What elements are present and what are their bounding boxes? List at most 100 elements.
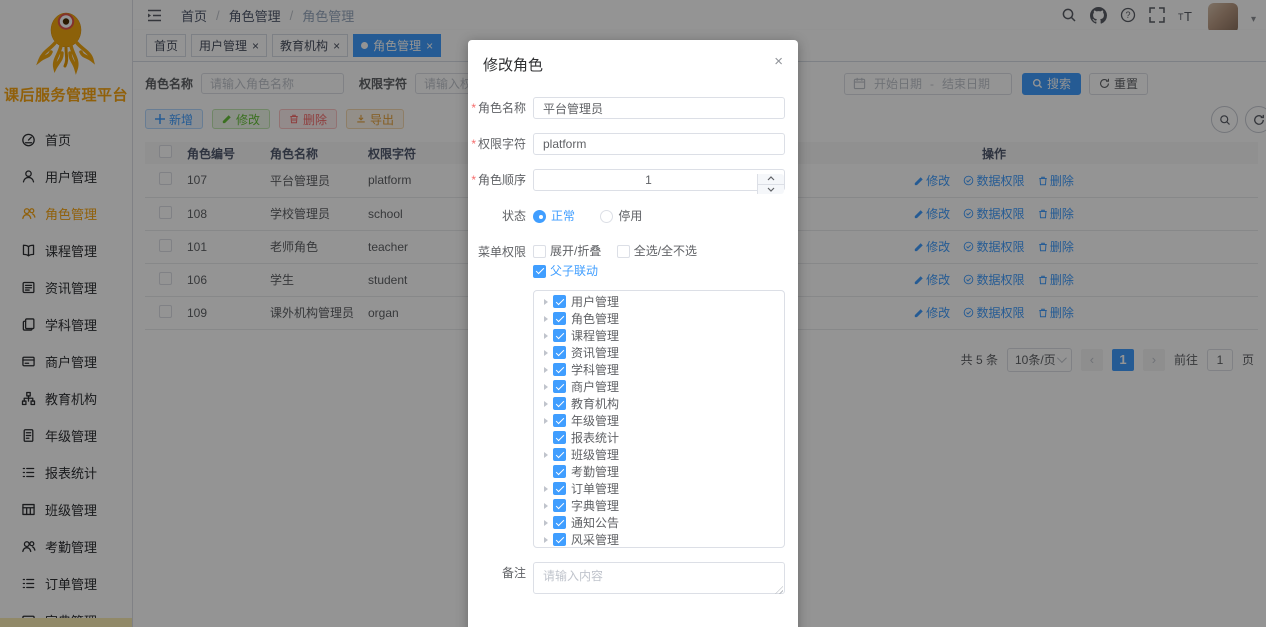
stepper-up-icon[interactable] bbox=[758, 174, 784, 185]
menu-perms-toggle[interactable]: 父子联动 bbox=[533, 261, 598, 281]
tree-node-checkbox[interactable] bbox=[553, 448, 566, 461]
expand-caret-icon[interactable] bbox=[544, 503, 548, 509]
required-asterisk: * bbox=[471, 101, 476, 115]
tree-node-label: 字典管理 bbox=[571, 497, 619, 514]
tree-node-label: 通知公告 bbox=[571, 514, 619, 531]
expand-caret-icon[interactable] bbox=[544, 384, 548, 390]
role-name-field-row: *角色名称 bbox=[468, 97, 785, 119]
dialog-close-icon[interactable]: × bbox=[774, 54, 783, 69]
expand-caret-icon[interactable] bbox=[544, 418, 548, 424]
tree-node[interactable]: 报表统计 bbox=[534, 429, 784, 446]
stepper-down-icon[interactable] bbox=[758, 185, 784, 195]
expand-caret-icon[interactable] bbox=[544, 333, 548, 339]
tree-node[interactable]: 角色管理 bbox=[534, 310, 784, 327]
number-stepper bbox=[757, 174, 784, 194]
tree-node-label: 班级管理 bbox=[571, 446, 619, 463]
tree-node-checkbox[interactable] bbox=[553, 516, 566, 529]
role-order-field-row: *角色顺序 bbox=[468, 169, 785, 191]
checkbox-icon bbox=[617, 245, 630, 258]
menu-perms-toggle-label: 父子联动 bbox=[550, 261, 598, 281]
menu-perms-toggle-label: 全选/全不选 bbox=[634, 241, 697, 261]
status-radio-label: 正常 bbox=[551, 205, 575, 227]
tree-node-checkbox[interactable] bbox=[553, 346, 566, 359]
tree-node-checkbox[interactable] bbox=[553, 380, 566, 393]
expand-caret-icon[interactable] bbox=[544, 350, 548, 356]
status-radio[interactable]: 停用 bbox=[600, 205, 642, 227]
tree-node-checkbox[interactable] bbox=[553, 499, 566, 512]
expand-caret-icon[interactable] bbox=[544, 401, 548, 407]
tree-node-checkbox[interactable] bbox=[553, 312, 566, 325]
tree-node-label: 角色管理 bbox=[571, 310, 619, 327]
tree-node-checkbox[interactable] bbox=[553, 414, 566, 427]
checkbox-icon bbox=[533, 245, 546, 258]
status-field-row: 状态 正常 停用 bbox=[468, 205, 785, 227]
tree-node-checkbox[interactable] bbox=[553, 482, 566, 495]
menu-perms-toggle[interactable]: 全选/全不选 bbox=[617, 241, 697, 261]
tree-node[interactable]: 订单管理 bbox=[534, 480, 784, 497]
tree-node[interactable]: 班级管理 bbox=[534, 446, 784, 463]
expand-caret-icon[interactable] bbox=[544, 299, 548, 305]
tree-node-label: 教育机构 bbox=[571, 395, 619, 412]
role-name-field-label: 角色名称 bbox=[478, 101, 526, 115]
tree-node-checkbox[interactable] bbox=[553, 295, 566, 308]
tree-node-label: 订单管理 bbox=[571, 480, 619, 497]
status-field-label: 状态 bbox=[468, 205, 533, 227]
checkbox-icon bbox=[533, 265, 546, 278]
menu-perms-toggle[interactable]: 展开/折叠 bbox=[533, 241, 601, 261]
tree-node[interactable]: 用户管理 bbox=[534, 293, 784, 310]
tree-node-checkbox[interactable] bbox=[553, 533, 566, 546]
role-order-input[interactable] bbox=[533, 169, 785, 191]
tree-node[interactable]: 风采管理 bbox=[534, 531, 784, 548]
edit-role-dialog: 修改角色 × *角色名称 *权限字符 *角色顺序 bbox=[468, 40, 798, 627]
tree-node-checkbox[interactable] bbox=[553, 397, 566, 410]
tree-node[interactable]: 通知公告 bbox=[534, 514, 784, 531]
expand-caret-icon[interactable] bbox=[544, 316, 548, 322]
tree-node-label: 考勤管理 bbox=[571, 463, 619, 480]
role-name-input[interactable] bbox=[533, 97, 785, 119]
tree-node-label: 风采管理 bbox=[571, 531, 619, 548]
expand-caret-icon[interactable] bbox=[544, 520, 548, 526]
expand-caret-icon[interactable] bbox=[544, 486, 548, 492]
tree-node[interactable]: 课程管理 bbox=[534, 327, 784, 344]
menu-permission-tree: 用户管理 角色管理 课程管理 bbox=[533, 290, 785, 548]
remark-field-label: 备注 bbox=[468, 562, 533, 597]
tree-node[interactable]: 教育机构 bbox=[534, 395, 784, 412]
dialog-header: 修改角色 × bbox=[468, 40, 798, 75]
remark-field-row: 备注 bbox=[468, 562, 785, 597]
status-radio[interactable]: 正常 bbox=[533, 205, 575, 227]
perm-key-field-row: *权限字符 bbox=[468, 133, 785, 155]
tree-node-label: 用户管理 bbox=[571, 293, 619, 310]
tree-node-label: 报表统计 bbox=[571, 429, 619, 446]
remark-textarea[interactable] bbox=[533, 562, 785, 594]
tree-node[interactable]: 考勤管理 bbox=[534, 463, 784, 480]
menu-perms-field-row: 菜单权限 展开/折叠 全选/全不选 bbox=[468, 241, 785, 548]
tree-node-label: 资讯管理 bbox=[571, 344, 619, 361]
tree-node-checkbox[interactable] bbox=[553, 431, 566, 444]
required-asterisk: * bbox=[471, 173, 476, 187]
menu-perms-toggle-label: 展开/折叠 bbox=[550, 241, 601, 261]
menu-perms-field-label: 菜单权限 bbox=[468, 241, 533, 548]
tree-node[interactable]: 年级管理 bbox=[534, 412, 784, 429]
tree-node-label: 学科管理 bbox=[571, 361, 619, 378]
radio-dot-icon bbox=[533, 210, 546, 223]
tree-node[interactable]: 资讯管理 bbox=[534, 344, 784, 361]
tree-node-label: 年级管理 bbox=[571, 412, 619, 429]
tree-node-checkbox[interactable] bbox=[553, 465, 566, 478]
perm-key-input[interactable] bbox=[533, 133, 785, 155]
tree-node-checkbox[interactable] bbox=[553, 329, 566, 342]
expand-caret-icon[interactable] bbox=[544, 537, 548, 543]
tree-node-label: 课程管理 bbox=[571, 327, 619, 344]
perm-key-field-label: 权限字符 bbox=[478, 137, 526, 151]
status-radio-label: 停用 bbox=[618, 205, 642, 227]
expand-caret-icon[interactable] bbox=[544, 452, 548, 458]
role-order-field-label: 角色顺序 bbox=[478, 173, 526, 187]
tree-node-label: 商户管理 bbox=[571, 378, 619, 395]
tree-node[interactable]: 学科管理 bbox=[534, 361, 784, 378]
radio-dot-icon bbox=[600, 210, 613, 223]
dialog-title: 修改角色 bbox=[483, 54, 543, 75]
tree-node[interactable]: 商户管理 bbox=[534, 378, 784, 395]
expand-caret-icon[interactable] bbox=[544, 367, 548, 373]
tree-node[interactable]: 字典管理 bbox=[534, 497, 784, 514]
dialog-body: *角色名称 *权限字符 *角色顺序 状态 bbox=[468, 75, 798, 597]
tree-node-checkbox[interactable] bbox=[553, 363, 566, 376]
